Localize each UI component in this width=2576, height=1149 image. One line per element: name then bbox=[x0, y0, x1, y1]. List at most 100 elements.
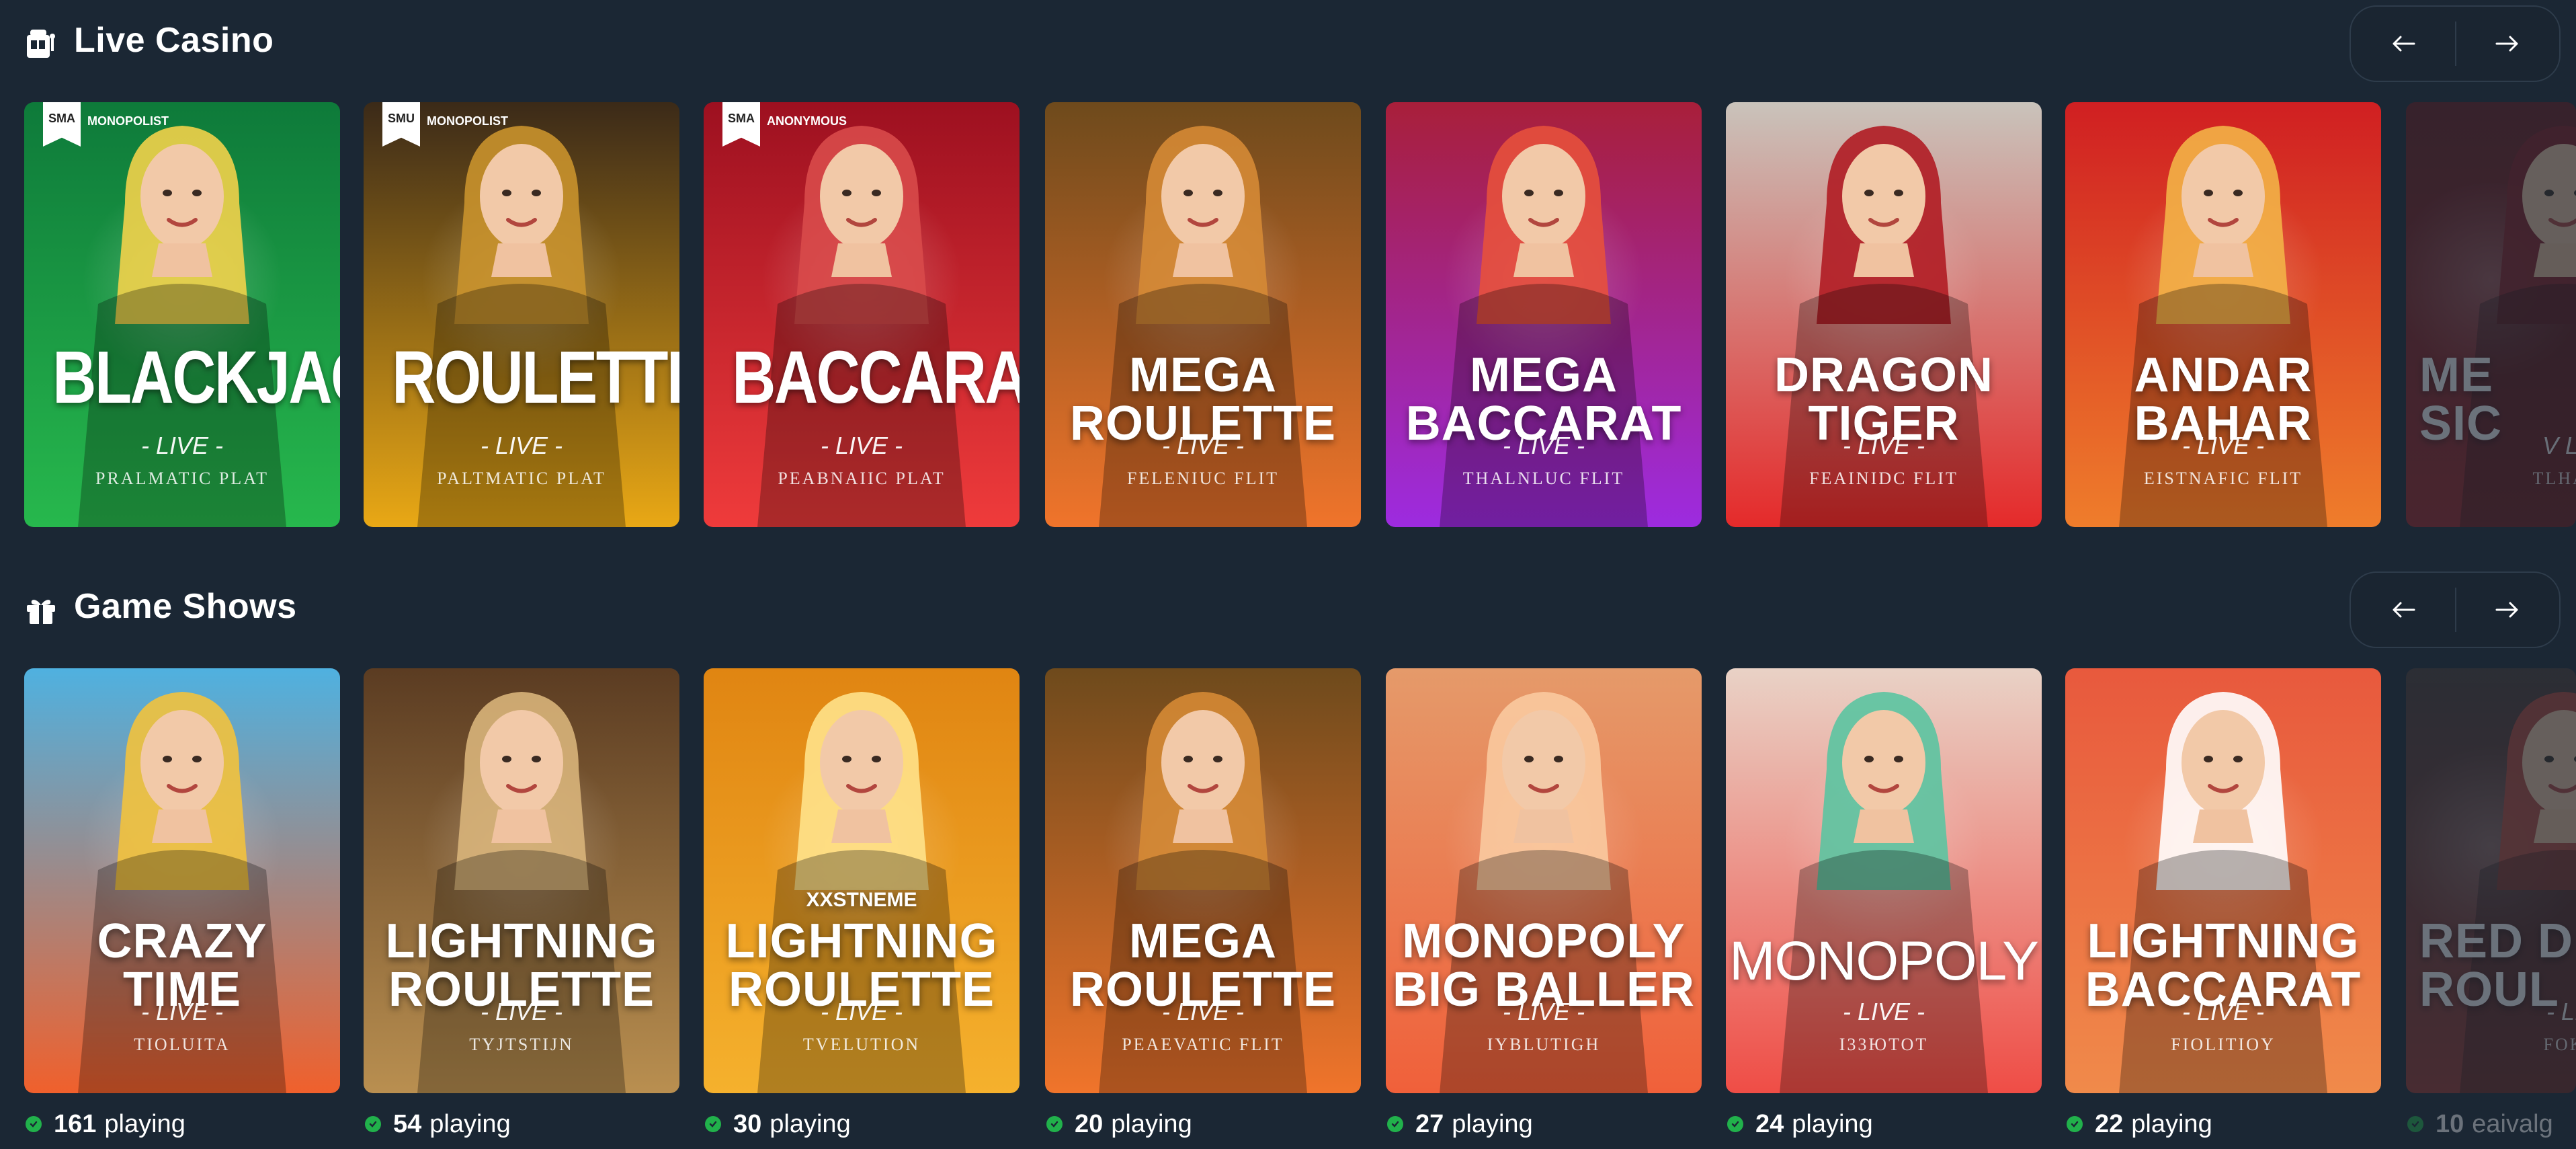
game-pre-title: XXSTNEME bbox=[806, 889, 917, 911]
dealer-illustration bbox=[2460, 126, 2576, 527]
slot-machine-icon bbox=[24, 28, 58, 59]
players-number: 27 bbox=[1415, 1109, 1444, 1138]
provider-label: FELENIUC FLIT bbox=[1126, 469, 1280, 488]
live-label: - LI bbox=[2546, 998, 2576, 1025]
players-number: 20 bbox=[1075, 1109, 1104, 1138]
players-count: 24 playing bbox=[1727, 1105, 1873, 1143]
game-card[interactable]: SMU MONOPOLIST ROULETTE - LIVE - PALTMATIC P… bbox=[364, 102, 679, 527]
studio-name: MONOPOLIST bbox=[87, 114, 169, 128]
online-status-icon bbox=[2407, 1116, 2423, 1132]
dealer-illustration bbox=[1440, 126, 1648, 527]
live-label: - LIVE - bbox=[1842, 998, 1925, 1025]
online-status-icon bbox=[1727, 1116, 1743, 1132]
live-label: - LIVE - bbox=[480, 432, 563, 459]
provider-label: PEABNAIIC PLAT bbox=[778, 469, 946, 488]
game-card[interactable]: SMA MONOPOLIST BLACKJACK - LIVE - PRALMATIC … bbox=[24, 102, 340, 527]
live-label: - LIVE - bbox=[140, 998, 224, 1025]
game-card[interactable]: RED D ROUL- LIFOK bbox=[2406, 668, 2576, 1093]
players-label: playing bbox=[1111, 1109, 1192, 1138]
studio-name: MONOPOLIST bbox=[427, 114, 508, 128]
game-card[interactable]: MEGA ROULETTE - LIVE - FELENIUC FLIT bbox=[1045, 102, 1361, 527]
game-card[interactable]: MEGA ROULETTE - LIVE - PEAEVATIC FLIT bbox=[1045, 668, 1361, 1093]
players-number: 30 bbox=[733, 1109, 762, 1138]
carousel-next-button[interactable] bbox=[2455, 573, 2559, 647]
live-casino-header: Live Casino bbox=[0, 0, 2576, 87]
live-label: - LIVE - bbox=[820, 998, 903, 1025]
carousel-nav bbox=[2350, 571, 2561, 648]
game-card[interactable]: ANDAR BAHAR - LIVE - EISTNAFIC FLIT bbox=[2065, 102, 2381, 527]
players-number: 161 bbox=[54, 1109, 97, 1138]
players-count: 22 playing bbox=[2067, 1105, 2212, 1143]
provider-label: TLHAI bbox=[2532, 469, 2576, 488]
provider-label: IYBLUTIGH bbox=[1487, 1035, 1601, 1054]
online-status-icon bbox=[26, 1116, 42, 1132]
game-card[interactable]: MONOPOLY - LIVE - I33ЮTOT bbox=[1726, 668, 2042, 1093]
provider-label: FIOLITIOY bbox=[2171, 1035, 2276, 1054]
players-count: 30 playing bbox=[705, 1105, 851, 1143]
dealer-illustration bbox=[1780, 126, 1988, 527]
gift-icon bbox=[24, 594, 58, 625]
players-number: 22 bbox=[2095, 1109, 2124, 1138]
dealer-illustration bbox=[1440, 692, 1648, 1093]
game-card[interactable]: MONOPOLY BIG BALLER - LIVE - IYBLUTIGH bbox=[1386, 668, 1702, 1093]
game-card[interactable]: DRAGON TIGER - LIVE - FEAINIDC FLIT bbox=[1726, 102, 2042, 527]
dealer-illustration bbox=[757, 126, 966, 527]
provider-label: TIOLUITA bbox=[134, 1035, 231, 1054]
live-label: - LIVE - bbox=[1502, 998, 1585, 1025]
dealer-illustration bbox=[2119, 126, 2327, 527]
game-title: BLACKJACK bbox=[52, 336, 340, 419]
live-label: - LIVE - bbox=[140, 432, 224, 459]
online-status-icon bbox=[365, 1116, 381, 1132]
players-label: playing bbox=[1452, 1109, 1533, 1138]
game-card[interactable]: XXSTNEME LIGHTNING ROULETTE - LIVE - TVELUT… bbox=[704, 668, 1020, 1093]
section-title: Live Casino bbox=[74, 21, 274, 60]
game-title: BACCARAT bbox=[732, 336, 1020, 419]
game-card[interactable]: LIGHTNING ROULETTE - LIVE - TYJTSTIJN bbox=[364, 668, 679, 1093]
players-label: playing bbox=[1792, 1109, 1873, 1138]
carousel-prev-button[interactable] bbox=[2351, 573, 2455, 647]
studio-name: ANONYMOUS bbox=[767, 114, 847, 128]
carousel-prev-button[interactable] bbox=[2351, 7, 2455, 81]
live-label: - LIVE - bbox=[480, 998, 563, 1025]
players-count: 54 playing bbox=[365, 1105, 511, 1143]
players-label: playing bbox=[104, 1109, 185, 1138]
live-label: - LIVE - bbox=[1502, 432, 1585, 459]
players-label: playing bbox=[770, 1109, 851, 1138]
players-label: playing bbox=[2131, 1109, 2212, 1138]
provider-label: THALNLUC FLIT bbox=[1462, 469, 1625, 488]
players-number: 10 bbox=[2436, 1109, 2464, 1138]
game-card[interactable]: LIGHTNING BACCARAT - LIVE - FIOLITIOY bbox=[2065, 668, 2381, 1093]
carousel-nav bbox=[2350, 5, 2561, 82]
live-label: - LIVE - bbox=[1161, 432, 1245, 459]
live-label: V LI bbox=[2542, 432, 2576, 459]
dealer-illustration bbox=[2460, 692, 2576, 1093]
dealer-illustration bbox=[2119, 692, 2327, 1093]
arrow-left-icon bbox=[2393, 36, 2415, 52]
provider-label: PALTMATIC PLAT bbox=[437, 469, 606, 488]
players-count: 161 playing bbox=[26, 1105, 185, 1143]
live-label: - LIVE - bbox=[820, 432, 903, 459]
players-label: eaivalg bbox=[2472, 1109, 2553, 1138]
studio-logo-text: SMU bbox=[388, 112, 415, 125]
dealer-illustration bbox=[417, 692, 626, 1093]
live-casino-section: Live Casino SMA MONOPOLIST BLACKJACK - LIVE… bbox=[0, 0, 2576, 538]
studio-logo-text: SMA bbox=[728, 112, 755, 125]
game-card[interactable]: MEGA BACCARAT - LIVE - THALNLUC FLIT bbox=[1386, 102, 1702, 527]
studio-logo-text: SMA bbox=[48, 112, 75, 125]
provider-label: FOK bbox=[2543, 1035, 2576, 1054]
live-label: - LIVE - bbox=[2182, 432, 2265, 459]
game-card[interactable]: ME SICV LITLHAI bbox=[2406, 102, 2576, 527]
game-card[interactable]: SMA ANONYMOUS BACCARAT - LIVE - PEABNAIIC PL… bbox=[704, 102, 1020, 527]
players-count: 10 eaivalg bbox=[2407, 1105, 2553, 1143]
players-count: 27 playing bbox=[1387, 1105, 1533, 1143]
game-card[interactable]: CRAZY TIME - LIVE - TIOLUITA bbox=[24, 668, 340, 1093]
carousel-next-button[interactable] bbox=[2455, 7, 2559, 81]
game-shows-section: Game Shows CRAZY TIME - LIVE - TIOLUITA 161… bbox=[0, 566, 2576, 1149]
provider-label: PEAEVATIC FLIT bbox=[1122, 1035, 1284, 1054]
game-shows-header: Game Shows bbox=[0, 566, 2576, 653]
provider-label: I33ЮTOT bbox=[1839, 1035, 1929, 1054]
game-title: ROULETTE bbox=[392, 336, 679, 419]
online-status-icon bbox=[1046, 1116, 1063, 1132]
provider-label: FEAINIDC FLIT bbox=[1809, 469, 1958, 488]
dealer-illustration bbox=[1099, 692, 1307, 1093]
